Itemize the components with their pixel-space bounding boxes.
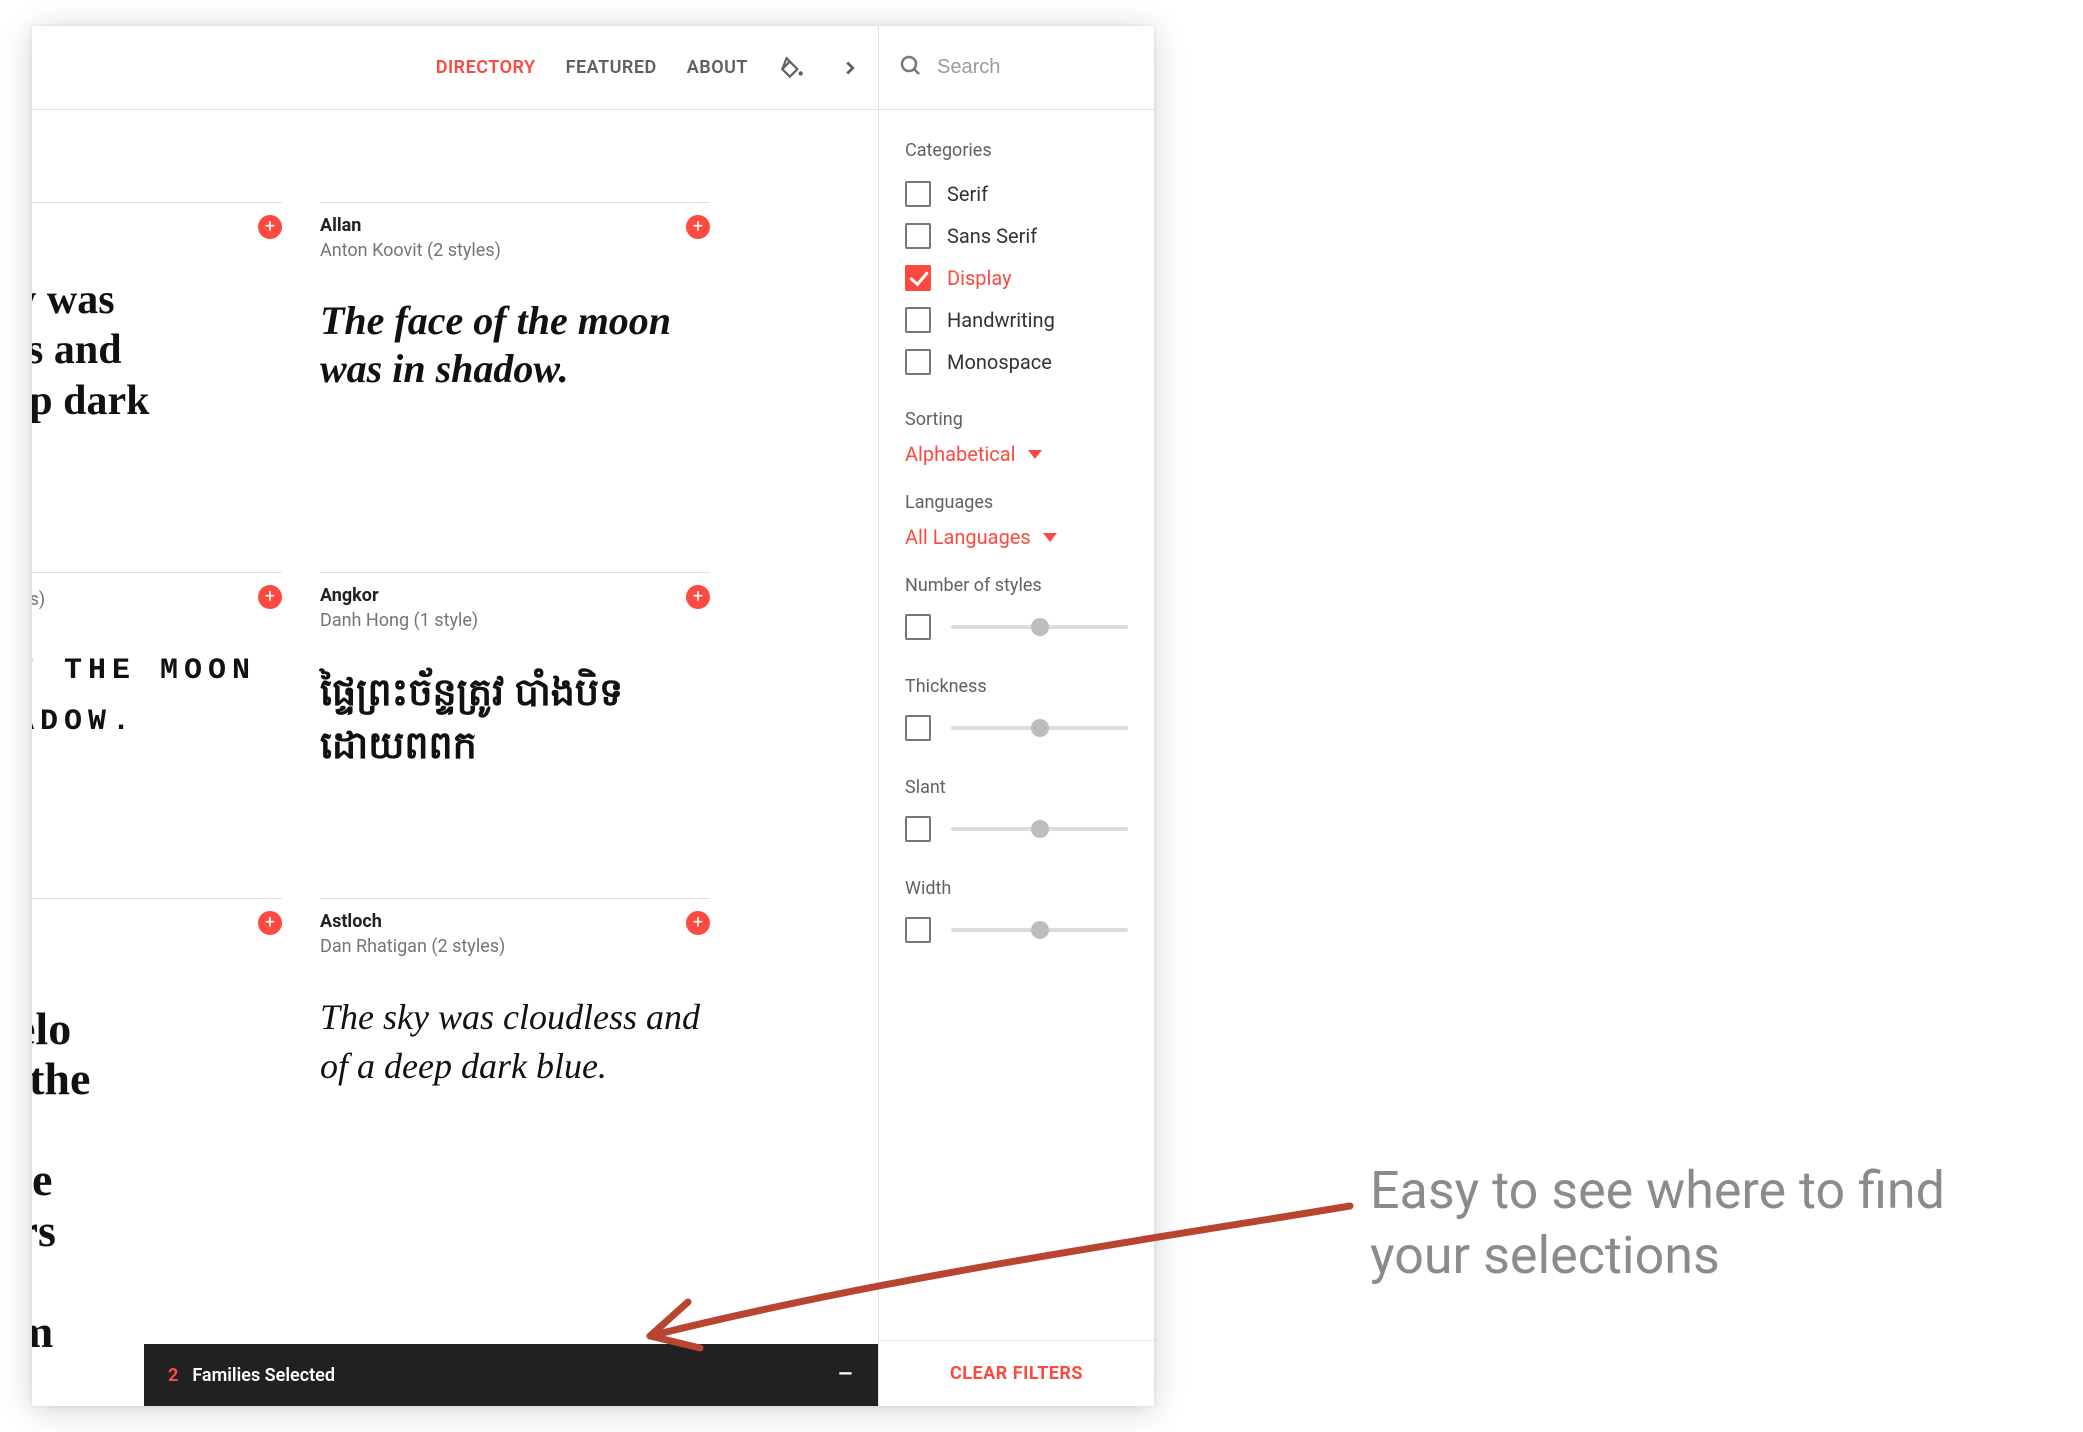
category-label: Monospace bbox=[947, 350, 1052, 374]
languages-value: All Languages bbox=[905, 525, 1031, 549]
nav-about[interactable]: ABOUT bbox=[687, 57, 748, 78]
category-label: Display bbox=[947, 266, 1012, 290]
slant-label: Slant bbox=[905, 777, 1128, 798]
selection-drawer[interactable]: 2 Families Selected − bbox=[144, 1344, 878, 1406]
sorting-value: Alphabetical bbox=[905, 442, 1016, 466]
slider-track[interactable] bbox=[951, 928, 1128, 932]
category-display[interactable]: Display bbox=[905, 257, 1128, 299]
font-card-allan: Allan Anton Koovit (2 styles) + The face… bbox=[320, 202, 710, 393]
nav-directory[interactable]: DIRECTORY bbox=[436, 57, 536, 78]
app-window: DIRECTORY FEATURED ABOUT + ky was bbox=[32, 26, 1154, 1406]
num-styles-label: Number of styles bbox=[905, 575, 1128, 596]
nav-area: DIRECTORY FEATURED ABOUT bbox=[32, 26, 878, 109]
slider-thumb[interactable] bbox=[1031, 618, 1049, 636]
slider-track[interactable] bbox=[951, 726, 1128, 730]
add-font-button[interactable]: + bbox=[258, 911, 282, 935]
chevron-right-icon[interactable] bbox=[836, 54, 864, 82]
sorting-dropdown[interactable]: Alphabetical bbox=[905, 442, 1128, 466]
width-slider[interactable] bbox=[905, 911, 1128, 953]
checkbox-icon bbox=[905, 349, 931, 375]
font-sample: st velo d the ip ree urs t om bbox=[32, 953, 282, 1358]
checkbox-icon bbox=[905, 715, 931, 741]
checkbox-icon bbox=[905, 816, 931, 842]
slider-thumb[interactable] bbox=[1031, 921, 1049, 939]
width-label: Width bbox=[905, 878, 1128, 899]
category-label: Sans Serif bbox=[947, 224, 1037, 248]
annotation-text: Easy to see where to find your selection… bbox=[1370, 1158, 2030, 1288]
content-row: + ky was ess and eep dark styles) + OF T… bbox=[32, 110, 1154, 1406]
checkbox-icon bbox=[905, 307, 931, 333]
selection-count: 2 bbox=[168, 1365, 178, 1386]
checkbox-icon bbox=[905, 265, 931, 291]
font-name: Astloch bbox=[320, 911, 505, 932]
checkbox-icon bbox=[905, 223, 931, 249]
sorting-label: Sorting bbox=[905, 409, 1128, 430]
search-icon bbox=[899, 54, 923, 82]
slider-track[interactable] bbox=[951, 625, 1128, 629]
add-font-button[interactable]: + bbox=[258, 215, 282, 239]
category-handwriting[interactable]: Handwriting bbox=[905, 299, 1128, 341]
slider-thumb[interactable] bbox=[1031, 719, 1049, 737]
font-grid: + ky was ess and eep dark styles) + OF T… bbox=[32, 110, 878, 1406]
category-sans-serif[interactable]: Sans Serif bbox=[905, 215, 1128, 257]
font-card-partial-1: + ky was ess and eep dark bbox=[32, 202, 282, 426]
chevron-down-icon bbox=[1028, 450, 1042, 459]
filter-sidebar: Categories Serif Sans Serif Display Hand… bbox=[878, 110, 1154, 1406]
checkbox-icon bbox=[905, 181, 931, 207]
chevron-down-icon bbox=[1043, 533, 1057, 542]
thickness-slider[interactable] bbox=[905, 709, 1128, 751]
font-author: styles) bbox=[32, 589, 45, 610]
add-font-button[interactable]: + bbox=[686, 585, 710, 609]
add-font-button[interactable]: + bbox=[258, 585, 282, 609]
font-author: Anton Koovit (2 styles) bbox=[320, 240, 501, 261]
font-card-angkor: Angkor Danh Hong (1 style) + ផ្ទៃព្រះច័ន… bbox=[320, 572, 710, 773]
font-name: Allan bbox=[320, 215, 501, 236]
font-sample: ky was ess and eep dark bbox=[32, 275, 282, 426]
category-monospace[interactable]: Monospace bbox=[905, 341, 1128, 383]
num-styles-slider[interactable] bbox=[905, 608, 1128, 650]
thickness-label: Thickness bbox=[905, 676, 1128, 697]
top-bar: DIRECTORY FEATURED ABOUT bbox=[32, 26, 1154, 110]
search-area bbox=[878, 26, 1154, 109]
slant-slider[interactable] bbox=[905, 810, 1128, 852]
font-card-partial-3: + st velo d the ip ree urs t om bbox=[32, 898, 282, 1358]
font-author: Dan Rhatigan (2 styles) bbox=[320, 936, 505, 957]
paint-bucket-icon[interactable] bbox=[778, 54, 806, 82]
nav-featured[interactable]: FEATURED bbox=[566, 57, 657, 78]
search-input[interactable] bbox=[937, 56, 1134, 79]
category-serif[interactable]: Serif bbox=[905, 173, 1128, 215]
font-sample: The face of the moon was in shadow. bbox=[320, 297, 710, 393]
add-font-button[interactable]: + bbox=[686, 911, 710, 935]
font-sample: OF THE MOON HADOW. bbox=[32, 646, 282, 748]
category-label: Serif bbox=[947, 182, 988, 206]
selection-label: Families Selected bbox=[192, 1365, 335, 1386]
font-author: Danh Hong (1 style) bbox=[320, 610, 478, 631]
clear-filters-button[interactable]: CLEAR FILTERS bbox=[879, 1340, 1154, 1406]
category-label: Handwriting bbox=[947, 308, 1055, 332]
add-font-button[interactable]: + bbox=[686, 215, 710, 239]
languages-label: Languages bbox=[905, 492, 1128, 513]
font-sample: The sky was cloudless and of a deep dark… bbox=[320, 993, 710, 1090]
font-card-partial-2: styles) + OF THE MOON HADOW. bbox=[32, 572, 282, 748]
languages-dropdown[interactable]: All Languages bbox=[905, 525, 1128, 549]
checkbox-icon bbox=[905, 614, 931, 640]
font-sample: ផ្ទៃព្រះច័ន្ទត្រូវ បាំងបិទដោយពពក bbox=[320, 667, 710, 773]
slider-thumb[interactable] bbox=[1031, 820, 1049, 838]
slider-track[interactable] bbox=[951, 827, 1128, 831]
checkbox-icon bbox=[905, 917, 931, 943]
categories-label: Categories bbox=[905, 140, 1128, 161]
font-card-astloch: Astloch Dan Rhatigan (2 styles) + The sk… bbox=[320, 898, 710, 1090]
font-name: Angkor bbox=[320, 585, 478, 606]
